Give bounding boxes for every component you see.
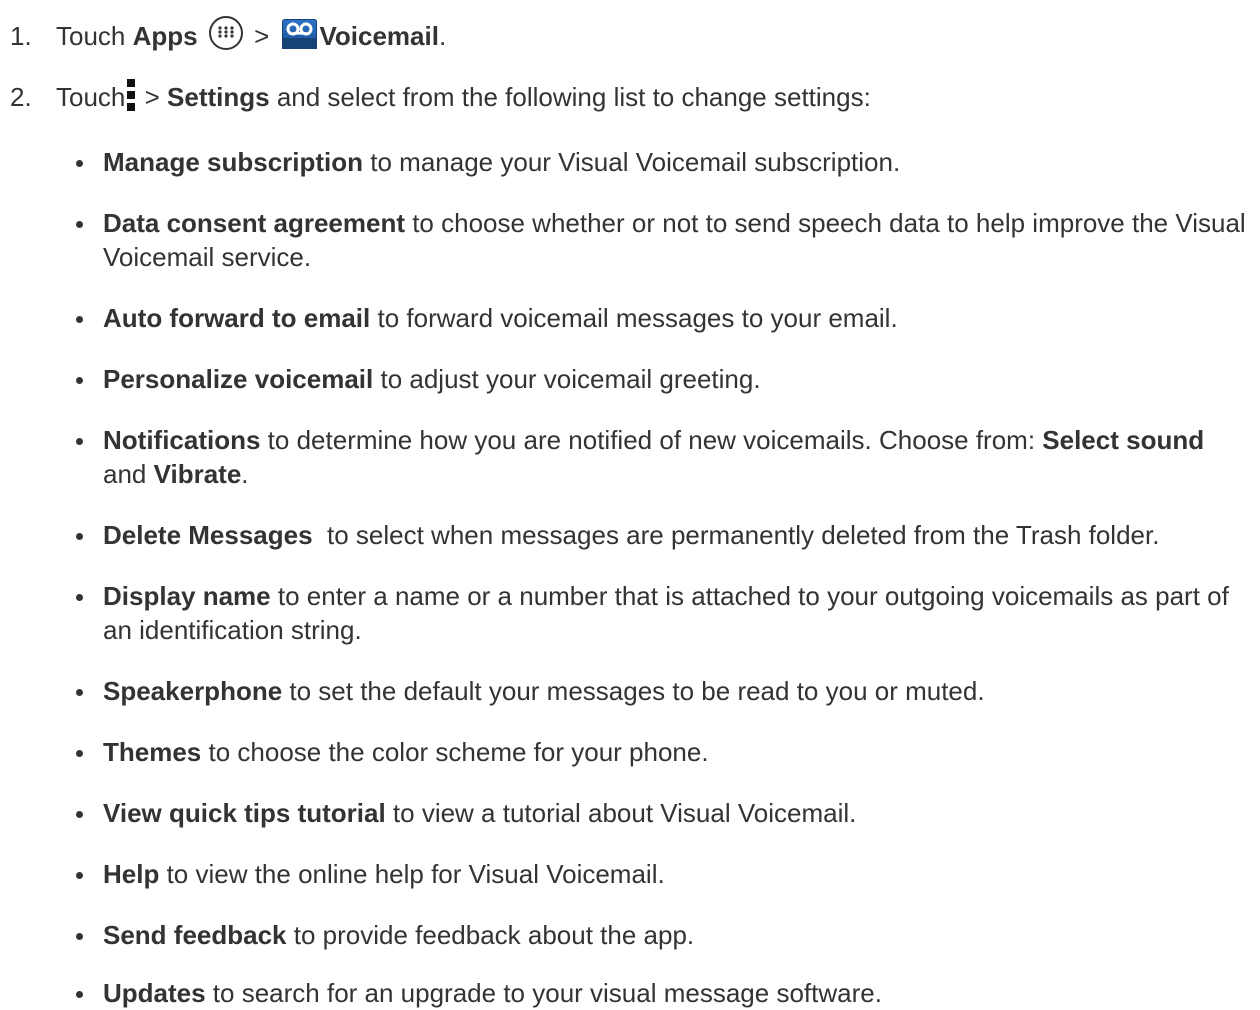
item-term: View quick tips tutorial [103, 798, 386, 828]
voicemail-icon [282, 19, 318, 50]
voicemail-label: Voicemail [319, 21, 439, 51]
list-item-auto-forward: Auto forward to email to forward voicema… [76, 301, 1253, 335]
item-end: . [241, 459, 249, 489]
item-term: Manage subscription [103, 147, 364, 177]
item-term: Personalize voicemail [103, 364, 374, 394]
document-page: 1. Touch Apps > Voicemail. 2. Touch > Sett… [0, 0, 1260, 1008]
item-term: Help [103, 859, 160, 889]
list-item-notifications: Notifications to determine how you are n… [76, 423, 1253, 491]
item-term-select-sound: Select sound [1042, 425, 1205, 455]
list-item-updates: Updates to search for an upgrade to your… [76, 976, 1253, 1010]
item-term: Auto forward to email [103, 303, 371, 333]
item-description: to adjust your voicemail greeting. [373, 364, 761, 394]
item-description: to view the online help for Visual Voice… [159, 859, 665, 889]
apps-label: Apps [132, 21, 198, 51]
list-item-send-feedback: Send feedback to provide feedback about … [76, 918, 1253, 952]
item-term: Speakerphone [103, 676, 283, 706]
step-separator: > [137, 82, 168, 112]
item-description: to set the default your messages to be r… [282, 676, 985, 706]
list-item-manage-subscription: Manage subscription to manage your Visua… [76, 145, 1253, 179]
item-term: Delete Messages [103, 520, 313, 550]
step-text: Touch [56, 21, 133, 51]
item-term: Display name [103, 581, 271, 611]
item-term: Updates [103, 978, 206, 1008]
item-term-vibrate: Vibrate [153, 459, 242, 489]
step-1: 1. Touch Apps > Voicemail. [10, 16, 447, 54]
list-item-display-name: Display name to enter a name or a number… [76, 579, 1253, 647]
item-description: to search for an upgrade to your visual … [205, 978, 882, 1008]
step-text: Touch [56, 82, 126, 112]
list-item-data-consent: Data consent agreement to choose whether… [76, 206, 1253, 274]
list-item-themes: Themes to choose the color scheme for yo… [76, 735, 1253, 769]
item-description: to provide feedback about the app. [286, 920, 695, 950]
step-2: 2. Touch > Settings and select from the f… [10, 79, 871, 115]
item-term: Send feedback [103, 920, 287, 950]
step-end: and select from the following list to ch… [269, 82, 871, 112]
step-number: 1. [10, 21, 32, 51]
item-description: to select when messages are permanently … [312, 520, 1160, 550]
item-term: Notifications [103, 425, 261, 455]
settings-label: Settings [167, 82, 270, 112]
item-description: to forward voicemail messages to your em… [370, 303, 898, 333]
step-number: 2. [10, 82, 32, 112]
item-description: to choose the color scheme for your phon… [201, 737, 709, 767]
menu-icon [127, 79, 136, 112]
item-description: to view a tutorial about Visual Voicemai… [385, 798, 857, 828]
item-description: to enter a name or a number that is atta… [103, 581, 1229, 645]
apps-icon [208, 16, 243, 51]
list-item-personalize: Personalize voicemail to adjust your voi… [76, 362, 1253, 396]
list-item-help: Help to view the online help for Visual … [76, 857, 1253, 891]
item-term: Themes [103, 737, 202, 767]
step-separator: > [246, 21, 277, 51]
item-description: to determine how you are notified of new… [260, 425, 1043, 455]
item-description: to manage your Visual Voicemail subscrip… [363, 147, 901, 177]
list-item-delete-messages: Delete Messages to select when messages … [76, 518, 1260, 552]
list-item-speakerphone: Speakerphone to set the default your mes… [76, 674, 1253, 708]
list-item-quick-tips: View quick tips tutorial to view a tutor… [76, 796, 1253, 830]
item-term: Data consent agreement [103, 208, 405, 238]
step-end: . [438, 21, 447, 51]
item-conjunction: and [103, 459, 154, 489]
